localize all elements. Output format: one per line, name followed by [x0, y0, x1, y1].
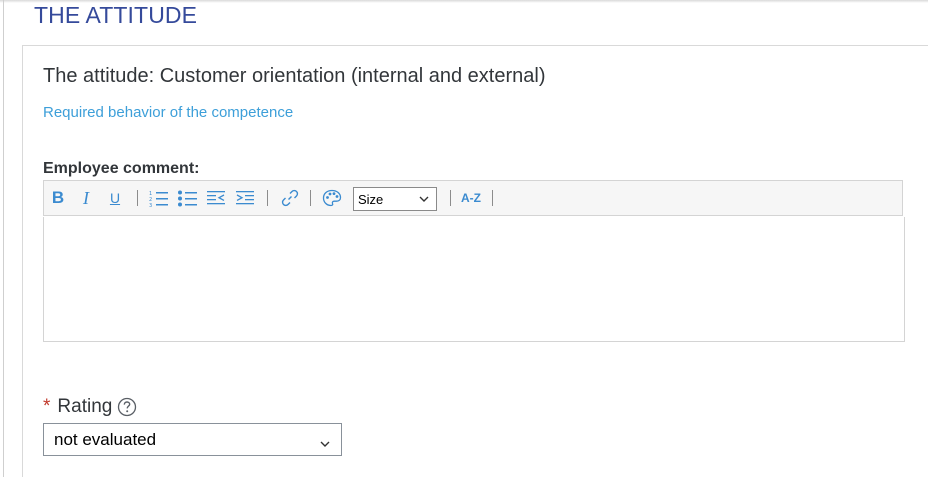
- svg-text:3: 3: [149, 203, 152, 207]
- numbered-list-button[interactable]: 1 2 3: [148, 187, 170, 209]
- bulleted-list-button[interactable]: [177, 187, 199, 209]
- rating-label: * Rating: [43, 396, 137, 418]
- link-icon: [281, 189, 299, 207]
- outdent-button[interactable]: [205, 187, 227, 209]
- employee-comment-editor[interactable]: [43, 217, 905, 342]
- rating-label-text: Rating: [57, 396, 113, 417]
- text-case-button[interactable]: A-Z: [459, 187, 483, 209]
- rating-selected-value: not evaluated: [54, 429, 157, 449]
- indent-icon: [235, 189, 255, 207]
- toolbar-separator: [267, 190, 268, 206]
- required-behavior-link[interactable]: Required behavior of the competence: [43, 104, 293, 121]
- bold-icon: B: [51, 188, 65, 207]
- chevron-down-icon: [418, 193, 430, 208]
- color-palette-icon: [322, 189, 342, 207]
- outdent-icon: [206, 189, 226, 207]
- toolbar-separator: [310, 190, 311, 206]
- question-circle-icon[interactable]: [117, 397, 137, 417]
- numbered-list-icon: 1 2 3: [149, 189, 169, 207]
- page: THE ATTITUDE The attitude: Customer orie…: [0, 0, 928, 477]
- rating-select[interactable]: not evaluated: [43, 423, 342, 456]
- font-size-value: Size: [358, 191, 384, 207]
- required-marker: *: [43, 396, 51, 417]
- link-button[interactable]: [280, 187, 300, 209]
- underline-icon: U: [109, 190, 121, 206]
- section-title: THE ATTITUDE: [34, 2, 198, 28]
- left-rule: [3, 0, 4, 477]
- bold-button[interactable]: B: [50, 187, 66, 209]
- toolbar-separator: [450, 190, 451, 206]
- toolbar-separator: [492, 190, 493, 206]
- font-size-select[interactable]: Size: [353, 187, 437, 211]
- underline-button[interactable]: U: [107, 187, 123, 209]
- text-color-button[interactable]: [321, 187, 343, 209]
- employee-comment-label: Employee comment:: [43, 160, 200, 177]
- italic-button[interactable]: I: [79, 187, 93, 209]
- toolbar-separator: [137, 190, 138, 206]
- competence-title: The attitude: Customer orientation (inte…: [43, 65, 546, 87]
- text-case-icon: A-Z: [461, 191, 481, 205]
- italic-icon: I: [83, 187, 89, 208]
- rich-text-toolbar: B I U 1 2 3 Size A-Z: [43, 180, 903, 216]
- chevron-down-icon: [319, 435, 331, 455]
- indent-button[interactable]: [234, 187, 256, 209]
- bulleted-list-icon: [178, 189, 198, 207]
